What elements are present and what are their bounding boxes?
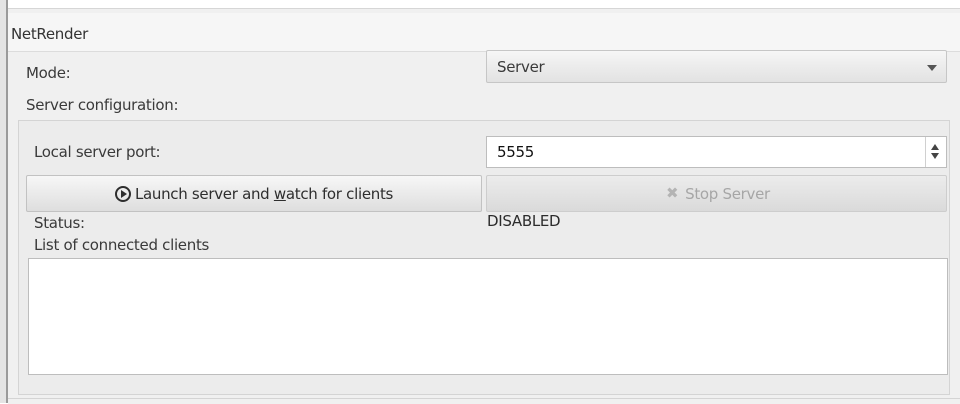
launch-server-label-suffix: atch for clients xyxy=(285,184,394,203)
panel-bottom-border xyxy=(8,398,960,399)
local-server-port-spinbox[interactable]: 5555 xyxy=(486,136,947,168)
launch-server-label-mnemonic: w xyxy=(273,184,286,203)
stop-x-icon: ✖ xyxy=(665,184,679,202)
connected-clients-label: List of connected clients xyxy=(34,236,210,254)
status-value: DISABLED xyxy=(487,212,561,230)
stop-server-button: ✖ Stop Server xyxy=(486,175,947,212)
chevron-down-icon xyxy=(927,65,937,71)
stop-server-label: Stop Server xyxy=(685,184,770,203)
launch-server-button[interactable]: Launch server and w atch for clients xyxy=(26,175,482,212)
panel-title: NetRender xyxy=(11,25,89,43)
window-left-edge xyxy=(0,0,8,403)
spin-down-arrow-icon[interactable] xyxy=(931,153,939,159)
connected-clients-list[interactable] xyxy=(28,258,948,375)
status-label: Status: xyxy=(34,214,85,232)
mode-dropdown-value: Server xyxy=(497,58,545,76)
server-configuration-label: Server configuration: xyxy=(26,96,179,114)
panel-title-bar: NetRender xyxy=(8,13,960,52)
spin-up-arrow-icon[interactable] xyxy=(931,144,939,150)
local-server-port-label: Local server port: xyxy=(34,143,161,161)
mode-dropdown[interactable]: Server xyxy=(486,50,947,83)
local-server-port-value[interactable]: 5555 xyxy=(497,143,534,161)
launch-server-label-prefix: Launch server and xyxy=(134,184,274,203)
play-circle-icon xyxy=(114,185,131,202)
mode-label: Mode: xyxy=(26,64,71,82)
spin-buttons xyxy=(925,137,946,167)
